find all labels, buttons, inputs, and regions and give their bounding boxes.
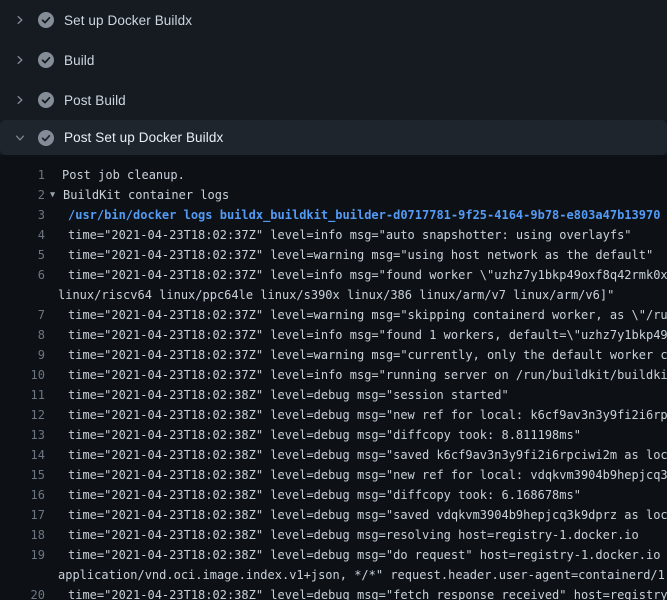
log-line: 1Post job cleanup. [0, 165, 667, 185]
log-panel: 1Post job cleanup.2▼BuildKit container l… [0, 155, 667, 600]
log-line-continuation: application/vnd.oci.image.index.v1+json,… [0, 565, 667, 585]
log-line: 7time="2021-04-23T18:02:37Z" level=warni… [0, 305, 667, 325]
log-text: time="2021-04-23T18:02:37Z" level=warnin… [45, 245, 653, 265]
log-line: 18time="2021-04-23T18:02:38Z" level=debu… [0, 525, 667, 545]
log-line: 10time="2021-04-23T18:02:37Z" level=info… [0, 365, 667, 385]
log-text: Post job cleanup. [45, 165, 185, 185]
chevron-right-icon [12, 52, 28, 68]
line-number[interactable]: 11 [0, 385, 45, 405]
check-circle-icon [38, 92, 54, 108]
log-text: time="2021-04-23T18:02:38Z" level=debug … [45, 425, 581, 445]
command-text: /usr/bin/docker logs buildx_buildkit_bui… [45, 205, 660, 225]
log-text: time="2021-04-23T18:02:38Z" level=debug … [45, 485, 581, 505]
log-line: 5time="2021-04-23T18:02:37Z" level=warni… [0, 245, 667, 265]
line-number[interactable]: 14 [0, 445, 45, 465]
log-text: time="2021-04-23T18:02:38Z" level=debug … [45, 385, 509, 405]
line-number[interactable]: 2 [0, 185, 45, 205]
log-text: time="2021-04-23T18:02:37Z" level=info m… [45, 325, 667, 345]
line-number[interactable]: 7 [0, 305, 45, 325]
step-row-set-up-docker-buildx[interactable]: Set up Docker Buildx [0, 0, 667, 40]
step-row-post-set-up-docker-buildx[interactable]: Post Set up Docker Buildx [0, 120, 667, 155]
line-number[interactable]: 13 [0, 425, 45, 445]
line-number [0, 565, 45, 585]
line-number[interactable]: 8 [0, 325, 45, 345]
actions-log-viewer: { "steps": { "items": [ { "label": "Set … [0, 0, 667, 600]
line-number[interactable]: 19 [0, 545, 45, 565]
log-line: 11time="2021-04-23T18:02:38Z" level=debu… [0, 385, 667, 405]
log-text: time="2021-04-23T18:02:37Z" level=info m… [45, 365, 667, 385]
chevron-down-icon [12, 130, 28, 146]
log-text: time="2021-04-23T18:02:38Z" level=debug … [45, 445, 667, 465]
step-label: Set up Docker Buildx [64, 13, 192, 28]
log-text: time="2021-04-23T18:02:38Z" level=debug … [45, 465, 667, 485]
log-line: 19time="2021-04-23T18:02:38Z" level=debu… [0, 545, 667, 565]
log-line-continuation: linux/riscv64 linux/ppc64le linux/s390x … [0, 285, 667, 305]
line-number[interactable]: 18 [0, 525, 45, 545]
log-line: 4time="2021-04-23T18:02:37Z" level=info … [0, 225, 667, 245]
line-number[interactable]: 16 [0, 485, 45, 505]
line-number[interactable]: 4 [0, 225, 45, 245]
line-number[interactable]: 12 [0, 405, 45, 425]
line-number[interactable]: 17 [0, 505, 45, 525]
log-line: 15time="2021-04-23T18:02:38Z" level=debu… [0, 465, 667, 485]
log-text: linux/riscv64 linux/ppc64le linux/s390x … [45, 285, 614, 305]
log-text: time="2021-04-23T18:02:38Z" level=debug … [45, 545, 667, 565]
check-circle-icon [38, 52, 54, 68]
log-text: time="2021-04-23T18:02:38Z" level=debug … [45, 505, 667, 525]
log-line: 20time="2021-04-23T18:02:38Z" level=debu… [0, 585, 667, 600]
line-number[interactable]: 5 [0, 245, 45, 265]
log-text: time="2021-04-23T18:02:37Z" level=info m… [45, 225, 632, 245]
line-number [0, 285, 45, 305]
log-text[interactable]: BuildKit container logs [63, 185, 229, 205]
log-rows: 1Post job cleanup.2▼BuildKit container l… [0, 165, 667, 600]
group-collapse-triangle-icon[interactable]: ▼ [50, 185, 63, 205]
line-number[interactable]: 10 [0, 365, 45, 385]
step-label: Post Build [64, 93, 126, 108]
log-text: application/vnd.oci.image.index.v1+json,… [45, 565, 667, 585]
log-line: 16time="2021-04-23T18:02:38Z" level=debu… [0, 485, 667, 505]
step-row-post-build[interactable]: Post Build [0, 80, 667, 120]
step-label: Build [64, 53, 95, 68]
chevron-right-icon [12, 12, 28, 28]
check-circle-icon [38, 12, 54, 28]
log-line: 6time="2021-04-23T18:02:37Z" level=info … [0, 265, 667, 285]
line-number[interactable]: 9 [0, 345, 45, 365]
log-text: time="2021-04-23T18:02:38Z" level=debug … [45, 405, 667, 425]
line-number[interactable]: 6 [0, 265, 45, 285]
check-circle-icon [38, 130, 54, 146]
log-line: 14time="2021-04-23T18:02:38Z" level=debu… [0, 445, 667, 465]
log-text: time="2021-04-23T18:02:37Z" level=info m… [45, 265, 667, 285]
log-text: time="2021-04-23T18:02:37Z" level=warnin… [45, 345, 667, 365]
log-line: 3/usr/bin/docker logs buildx_buildkit_bu… [0, 205, 667, 225]
log-line: 13time="2021-04-23T18:02:38Z" level=debu… [0, 425, 667, 445]
log-line: 17time="2021-04-23T18:02:38Z" level=debu… [0, 505, 667, 525]
log-line: 2▼BuildKit container logs [0, 185, 667, 205]
log-text: time="2021-04-23T18:02:38Z" level=debug … [45, 525, 639, 545]
steps-list: Set up Docker Buildx Build Post Build Po… [0, 0, 667, 155]
chevron-right-icon [12, 92, 28, 108]
line-number[interactable]: 20 [0, 585, 45, 600]
log-text: time="2021-04-23T18:02:37Z" level=warnin… [45, 305, 667, 325]
step-label: Post Set up Docker Buildx [64, 130, 223, 145]
log-line: 8time="2021-04-23T18:02:37Z" level=info … [0, 325, 667, 345]
line-number[interactable]: 1 [0, 165, 45, 185]
log-line: 9time="2021-04-23T18:02:37Z" level=warni… [0, 345, 667, 365]
log-line: 12time="2021-04-23T18:02:38Z" level=debu… [0, 405, 667, 425]
line-number[interactable]: 15 [0, 465, 45, 485]
line-number[interactable]: 3 [0, 205, 45, 225]
step-row-build[interactable]: Build [0, 40, 667, 80]
log-text: time="2021-04-23T18:02:38Z" level=debug … [45, 585, 667, 600]
